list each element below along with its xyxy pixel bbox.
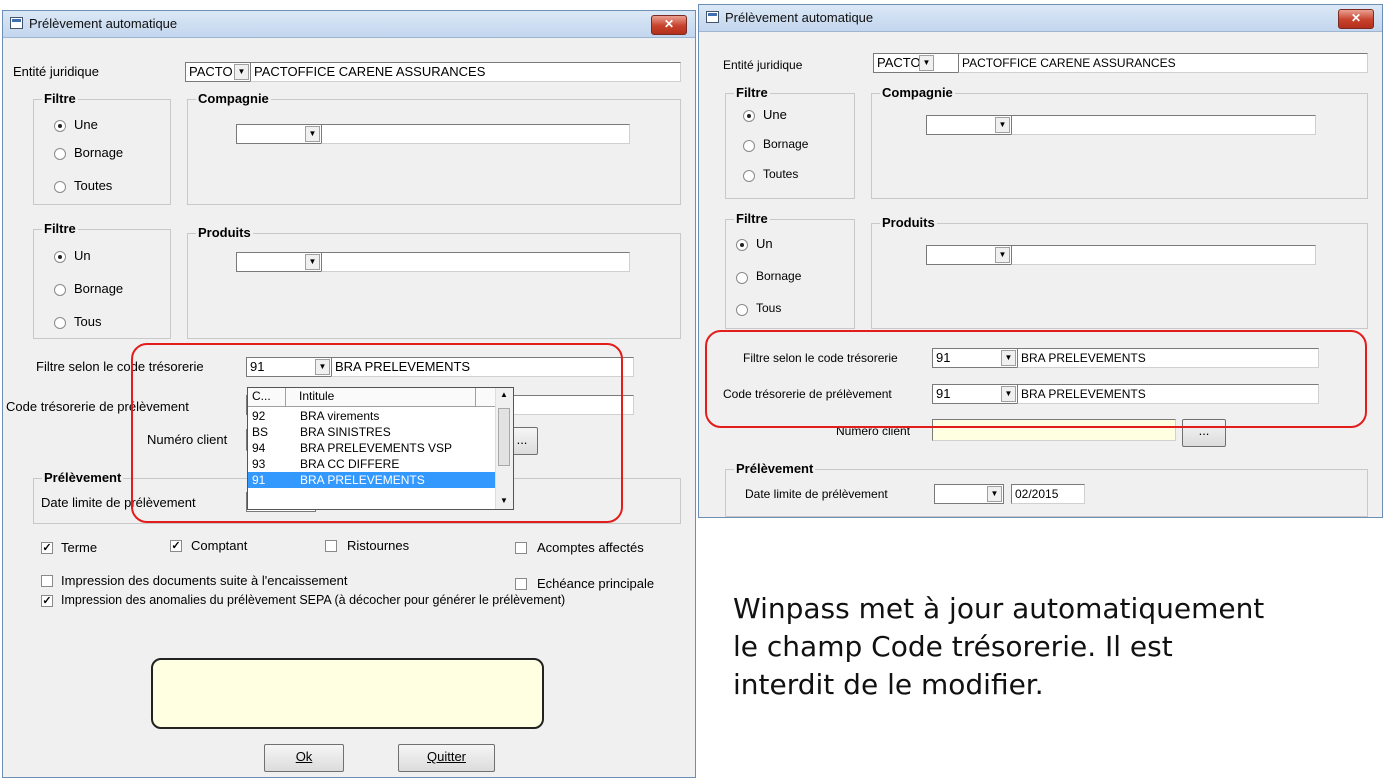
chevron-down-icon[interactable]: ▼: [995, 247, 1010, 263]
radio-un[interactable]: [736, 239, 748, 251]
radio-une-label: Une: [74, 117, 98, 132]
right-dialog-window: Prélèvement automatique ✕ Entité juridiq…: [698, 4, 1383, 518]
radio-une-label: Une: [763, 107, 787, 122]
produits-name-field: [321, 252, 630, 272]
note-line-1: Winpass met à jour automatiquement: [733, 592, 1265, 625]
radio-un[interactable]: [54, 251, 66, 263]
right-window-title: Prélèvement automatique: [725, 10, 874, 25]
entite-code-select[interactable]: PACTO ▼: [873, 53, 959, 73]
filtre-group-title: Filtre: [42, 91, 78, 106]
radio-tous[interactable]: [736, 304, 748, 316]
entite-code-value: PACTO: [877, 55, 921, 70]
impression-docs-checkbox[interactable]: [41, 575, 53, 587]
produits-name-field: [1011, 245, 1316, 265]
produits-group: Produits: [871, 215, 1368, 329]
date-limite-select[interactable]: ▼: [934, 484, 1004, 504]
produits-group-title: Produits: [880, 215, 937, 230]
produits-select[interactable]: ▼: [236, 252, 322, 272]
terme-label: Terme: [61, 540, 98, 555]
produits-group-title: Produits: [196, 225, 253, 240]
prelevement-group-title: Prélèvement: [734, 461, 816, 476]
radio-bornage-produits-label: Bornage: [756, 269, 802, 283]
radio-toutes[interactable]: [743, 170, 755, 182]
terme-checkbox[interactable]: ✓: [41, 542, 53, 554]
echeance-label: Echéance principale: [537, 576, 655, 591]
impression-anomalies-checkbox[interactable]: ✓: [41, 595, 53, 607]
acomptes-label: Acomptes affectés: [537, 540, 644, 555]
highlight-rectangle: [131, 343, 623, 523]
chevron-down-icon[interactable]: ▼: [919, 55, 934, 71]
right-close-button[interactable]: ✕: [1338, 9, 1374, 29]
impression-docs-label: Impression des documents suite à l'encai…: [61, 573, 348, 588]
radio-tous[interactable]: [54, 317, 66, 329]
window-app-icon: [706, 11, 719, 23]
radio-bornage-produits[interactable]: [736, 272, 748, 284]
chevron-down-icon[interactable]: ▼: [995, 117, 1010, 133]
radio-tous-label: Tous: [756, 301, 782, 315]
echeance-checkbox[interactable]: [515, 578, 527, 590]
compagnie-name-field: [321, 124, 630, 144]
ok-button-label: Ok: [295, 749, 313, 764]
comptant-label: Comptant: [191, 538, 248, 553]
note-line-3: interdit de le modifier.: [733, 668, 1044, 701]
radio-bornage-label: Bornage: [74, 145, 124, 160]
filtre-group-title: Filtre: [42, 221, 78, 236]
left-close-button[interactable]: ✕: [651, 15, 687, 35]
compagnie-group: Compagnie: [187, 91, 681, 205]
radio-bornage-produits-label: Bornage: [74, 281, 124, 296]
entite-name-field: PACTOFFICE CARENE ASSURANCES: [958, 53, 1368, 73]
radio-une[interactable]: [743, 110, 755, 122]
status-message-box: [151, 658, 544, 729]
compagnie-select[interactable]: ▼: [236, 124, 322, 144]
note-line-2: le champ Code trésorerie. Il est: [733, 630, 1173, 663]
filtre-group-title: Filtre: [734, 85, 770, 100]
window-app-icon: [10, 17, 23, 29]
entite-code-select[interactable]: PACTO ▼: [185, 62, 251, 82]
compagnie-select[interactable]: ▼: [926, 115, 1012, 135]
chevron-down-icon[interactable]: ▼: [987, 486, 1002, 502]
date-limite-value-field: 02/2015: [1011, 484, 1085, 504]
radio-bornage[interactable]: [743, 140, 755, 152]
radio-bornage-produits[interactable]: [54, 284, 66, 296]
radio-un-label: Un: [74, 248, 91, 263]
ristournes-label: Ristournes: [347, 538, 410, 553]
acomptes-checkbox[interactable]: [515, 542, 527, 554]
chevron-down-icon[interactable]: ▼: [234, 64, 249, 80]
prelevement-group-title: Prélèvement: [42, 470, 124, 485]
entite-name-field: PACTOFFICE CARENE ASSURANCES: [250, 62, 681, 82]
filtre-group-title: Filtre: [734, 211, 770, 226]
entite-label: Entité juridique: [723, 58, 803, 72]
radio-toutes[interactable]: [54, 181, 66, 193]
produits-select[interactable]: ▼: [926, 245, 1012, 265]
produits-group: Produits: [187, 225, 681, 339]
right-title-bar: Prélèvement automatique ✕: [699, 5, 1382, 32]
radio-un-label: Un: [756, 236, 773, 251]
radio-bornage[interactable]: [54, 148, 66, 160]
entite-code-value: PACTO: [189, 64, 233, 79]
date-limite-label: Date limite de prélèvement: [745, 487, 888, 501]
highlight-rectangle: [705, 330, 1367, 428]
compagnie-group-title: Compagnie: [880, 85, 955, 100]
entite-label: Entité juridique: [13, 64, 99, 79]
radio-une[interactable]: [54, 120, 66, 132]
compagnie-group: Compagnie: [871, 85, 1368, 199]
ristournes-checkbox[interactable]: [325, 540, 337, 552]
left-title-bar: Prélèvement automatique ✕: [3, 11, 695, 38]
radio-bornage-label: Bornage: [763, 137, 809, 151]
explanatory-note: Winpass met à jour automatiquement le ch…: [733, 590, 1373, 704]
chevron-down-icon[interactable]: ▼: [305, 254, 320, 270]
compagnie-name-field: [1011, 115, 1316, 135]
left-window-title: Prélèvement automatique: [29, 16, 178, 31]
radio-toutes-label: Toutes: [74, 178, 113, 193]
quitter-button-label: Quitter: [426, 749, 466, 764]
impression-anomalies-label: Impression des anomalies du prélèvement …: [61, 593, 566, 607]
compagnie-group-title: Compagnie: [196, 91, 271, 106]
left-dialog-window: Prélèvement automatique ✕ Entité juridiq…: [2, 10, 696, 778]
quitter-button[interactable]: Quitter: [398, 744, 495, 772]
radio-tous-label: Tous: [74, 314, 102, 329]
comptant-checkbox[interactable]: ✓: [170, 540, 182, 552]
chevron-down-icon[interactable]: ▼: [305, 126, 320, 142]
ok-button[interactable]: Ok: [264, 744, 344, 772]
radio-toutes-label: Toutes: [763, 167, 799, 181]
